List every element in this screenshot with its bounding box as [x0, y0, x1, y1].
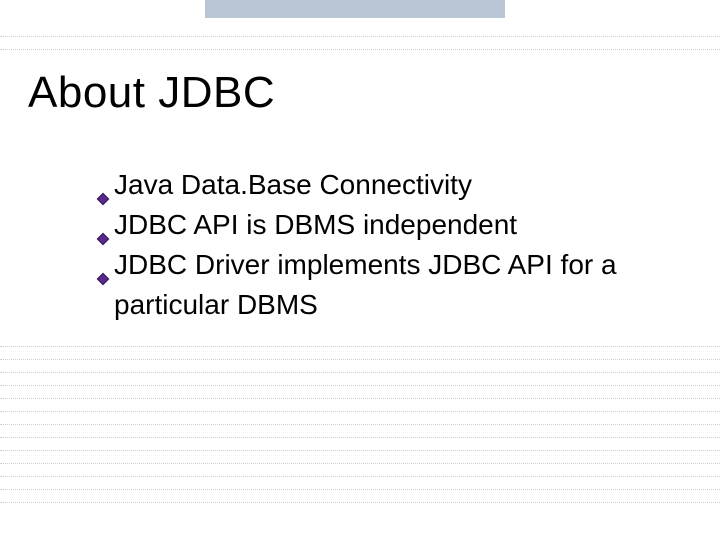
bullet-text: JDBC API is DBMS independent: [114, 205, 666, 245]
list-item: JDBC Driver implements JDBC API for a pa…: [96, 245, 666, 325]
list-item: JDBC API is DBMS independent: [96, 205, 666, 245]
diamond-bullet-icon: [96, 217, 110, 231]
diamond-bullet-icon: [96, 177, 110, 191]
slide-title: About JDBC: [28, 68, 275, 118]
bullet-text: JDBC Driver implements JDBC API for a pa…: [114, 245, 666, 325]
slide: About JDBC Java Data.Base Connectivity J…: [0, 0, 720, 540]
list-item: Java Data.Base Connectivity: [96, 165, 666, 205]
bullet-text: Java Data.Base Connectivity: [114, 165, 666, 205]
bullet-list: Java Data.Base Connectivity JDBC API is …: [96, 165, 666, 325]
diamond-bullet-icon: [96, 257, 110, 271]
top-accent-bar: [205, 0, 505, 18]
